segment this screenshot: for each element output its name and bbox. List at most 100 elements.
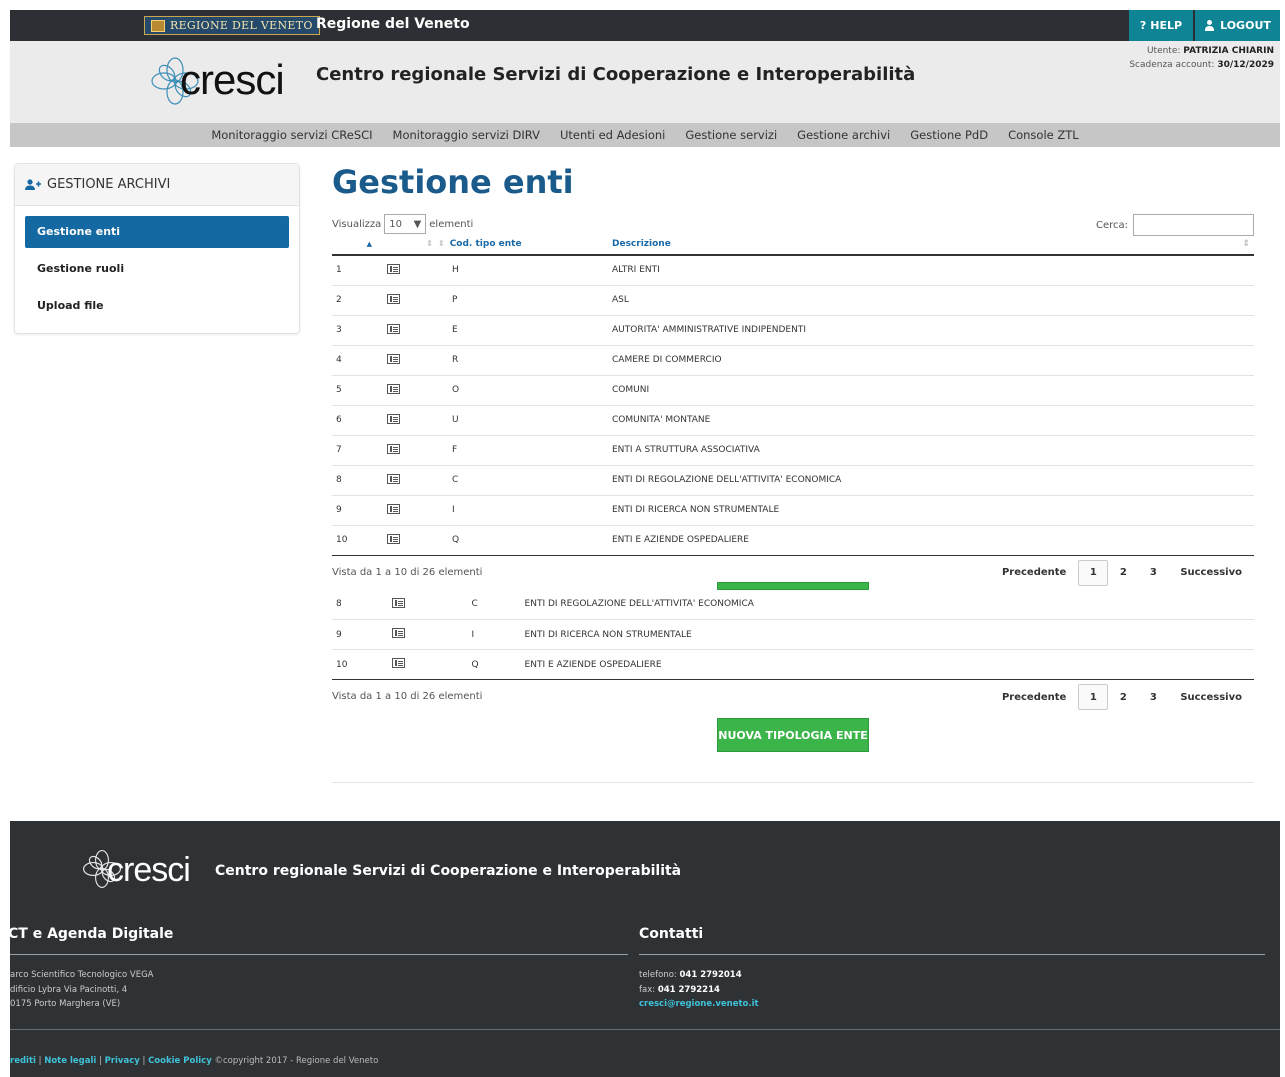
detail-icon[interactable]	[387, 413, 400, 424]
pager-page-3-2[interactable]: 3	[1138, 684, 1168, 710]
table-row[interactable]: 8 C ENTI DI REGOLAZIONE DELL'ATTIVITA' ECO…	[332, 590, 1254, 620]
copyright-text: ©copyright 2017 - Regione del Veneto	[214, 1056, 379, 1066]
cell-index: 5	[336, 385, 342, 395]
sidebar-menu: Gestione enti Gestione ruoli Upload file	[15, 206, 299, 337]
footer-cresci-logo[interactable]: cresci	[82, 849, 202, 893]
pager-prev[interactable]: Precedente	[990, 567, 1078, 578]
footer: cresci Centro regionale Servizi di Coope…	[8, 821, 1280, 1077]
detail-icon[interactable]	[392, 628, 406, 638]
cell-code: F	[452, 445, 458, 455]
table-row[interactable]: 8 C ENTI DI REGOLAZIONE DELL'ATTIVITA' ECO…	[332, 465, 1254, 495]
new-button-row: NUOVA TIPOLOGIA ENTE	[332, 714, 1254, 764]
sidebar-item-gestione-ruoli[interactable]: Gestione ruoli	[25, 253, 289, 285]
detail-icon[interactable]	[387, 383, 400, 394]
footer-title: Centro regionale Servizi di Cooperazione…	[215, 863, 682, 879]
pager-page-1[interactable]: 1	[1078, 559, 1109, 586]
detail-icon[interactable]	[387, 503, 400, 514]
table-row[interactable]: 6 U COMUNITA' MONTANE	[332, 405, 1254, 435]
help-button[interactable]: ? HELP	[1129, 10, 1193, 41]
cell-code: R	[452, 355, 459, 365]
detail-icon[interactable]	[387, 323, 400, 334]
pager-prev-2[interactable]: Precedente	[990, 692, 1078, 703]
header-title: Centro regionale Servizi di Cooperazione…	[316, 64, 916, 85]
table-row[interactable]: 5 O COMUNI	[332, 375, 1254, 405]
table-row[interactable]: 1 H ALTRI ENTI	[332, 255, 1254, 285]
table-row[interactable]: 3 E AUTORITA' AMMINISTRATIVE INDIPENDENTI	[332, 315, 1254, 345]
cell-index: 7	[336, 445, 342, 455]
column-header-code[interactable]: ⇕ Cod. tipo ente	[438, 234, 612, 255]
table-body: 1 H ALTRI ENTI 2 P ASL 3 E AUTORITA' AMMINISTRAT…	[332, 255, 1254, 555]
regione-veneto-logo[interactable]: REGIONE DEL VENETO	[144, 16, 320, 35]
table-row[interactable]: 2 P ASL	[332, 285, 1254, 315]
pager-page-1-2[interactable]: 1	[1078, 684, 1109, 710]
new-tipologia-ente-button[interactable]: NUOVA TIPOLOGIA ENTE	[717, 718, 869, 752]
column-header-index[interactable]: ▲	[332, 234, 376, 255]
nav-item-utenti-adesioni[interactable]: Utenti ed Adesioni	[550, 123, 675, 147]
fax-label: fax:	[639, 984, 656, 995]
cell-code: I	[452, 505, 455, 515]
sort-icon: ⇕	[1242, 239, 1250, 249]
email-link[interactable]: cresci@regione.veneto.it	[639, 999, 759, 1009]
detail-icon[interactable]	[392, 658, 406, 668]
detail-icon[interactable]	[387, 263, 400, 274]
cell-description: ENTI DI REGOLAZIONE DELL'ATTIVITA' ECONO…	[524, 599, 754, 610]
nav-item-monitoraggio-cresci[interactable]: Monitoraggio servizi CReSCI	[201, 123, 382, 147]
footer-link-note-legali[interactable]: Note legali	[44, 1056, 96, 1066]
table-row[interactable]: 10 Q ENTI E AZIENDE OSPEDALIERE	[332, 525, 1254, 555]
pager-next[interactable]: Successivo	[1168, 567, 1254, 578]
cell-index: 2	[336, 295, 342, 305]
footer-contacts: telefono: 041 2792014 fax: 041 2792214 c…	[639, 968, 759, 1012]
cell-action	[381, 650, 457, 680]
footer-link-privacy[interactable]: Privacy	[105, 1056, 140, 1066]
phone-label: telefono:	[639, 970, 677, 980]
cell-action	[376, 465, 438, 495]
nav-item-monitoraggio-dirv[interactable]: Monitoraggio servizi DIRV	[383, 123, 550, 147]
add-users-icon	[25, 178, 41, 190]
enti-table: ▲ ⇕ ⇕ Cod. tipo ente Descrizione ⇕ 1 H ALTRI…	[332, 234, 1254, 556]
detail-icon[interactable]	[387, 443, 400, 454]
cell-action	[376, 255, 438, 285]
nav-item-gestione-pdd[interactable]: Gestione PdD	[900, 123, 998, 147]
table-row[interactable]: 7 F ENTI A STRUTTURA ASSOCIATIVA	[332, 435, 1254, 465]
logout-button[interactable]: LOGOUT	[1195, 10, 1280, 41]
page-size-select[interactable]: 10 ▼	[384, 214, 427, 234]
question-icon: ?	[1139, 19, 1147, 32]
pager-page-3[interactable]: 3	[1138, 560, 1168, 586]
table-row[interactable]: 4 R CAMERE DI COMMERCIO	[332, 345, 1254, 375]
app-window: REGIONE DEL VENETO Regione del Veneto ? …	[8, 10, 1280, 1077]
nav-item-gestione-archivi[interactable]: Gestione archivi	[787, 123, 900, 147]
table-info: Vista da 1 a 10 di 26 elementi	[332, 566, 483, 578]
nav-item-gestione-servizi[interactable]: Gestione servizi	[675, 123, 787, 147]
pager-next-2[interactable]: Successivo	[1168, 692, 1254, 703]
footer-link-crediti[interactable]: rediti	[10, 1056, 36, 1066]
content-divider	[332, 782, 1254, 783]
table-row[interactable]: 9 I ENTI DI RICERCA NON STRUMENTALE	[332, 620, 1254, 650]
cell-description: ALTRI ENTI	[612, 265, 660, 276]
cell-action	[376, 405, 438, 435]
footer-wordmark: cresci	[107, 851, 191, 889]
sidebar-item-gestione-enti[interactable]: Gestione enti	[25, 216, 289, 248]
detail-icon[interactable]	[387, 353, 400, 364]
detail-icon[interactable]	[387, 533, 400, 544]
sidebar-item-upload-file[interactable]: Upload file	[25, 290, 289, 322]
cell-index: 4	[336, 355, 342, 365]
detail-icon[interactable]	[392, 597, 406, 608]
pager-page-2[interactable]: 2	[1108, 560, 1138, 586]
column-label-description: Descrizione	[612, 239, 671, 249]
detail-icon[interactable]	[387, 293, 400, 304]
search-input[interactable]	[1133, 214, 1254, 236]
detail-icon[interactable]	[387, 473, 400, 484]
nav-item-console-ztl[interactable]: Console ZTL	[998, 123, 1089, 147]
footer-link-cookie-policy[interactable]: Cookie Policy	[148, 1056, 212, 1066]
logout-label: LOGOUT	[1220, 19, 1271, 32]
main-content: Gestione enti Visualizza 10 ▼ elementi C…	[332, 160, 1254, 764]
column-header-action[interactable]: ⇕	[376, 234, 438, 255]
ghost-new-button	[717, 581, 869, 590]
cell-index: 9	[336, 505, 342, 515]
table-row[interactable]: 10 Q ENTI E AZIENDE OSPEDALIERE	[332, 650, 1254, 680]
pager-page-2-2[interactable]: 2	[1108, 684, 1138, 710]
cresci-logo[interactable]: cresci	[150, 54, 296, 110]
column-header-description[interactable]: Descrizione ⇕	[612, 234, 1254, 255]
table-row[interactable]: 9 I ENTI DI RICERCA NON STRUMENTALE	[332, 495, 1254, 525]
cell-description: ENTI DI RICERCA NON STRUMENTALE	[524, 629, 692, 640]
